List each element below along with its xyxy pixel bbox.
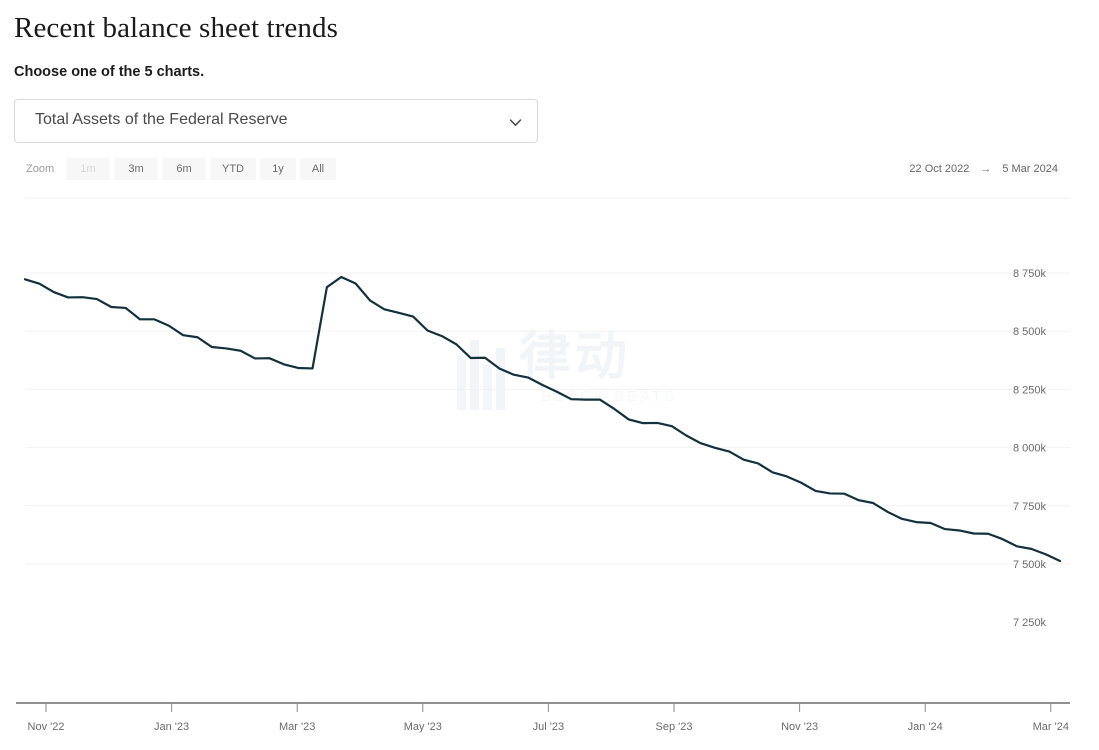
chart-series-line: [23, 275, 1062, 563]
zoom-button-3m[interactable]: 3m: [114, 158, 158, 180]
zoom-button-all[interactable]: All: [300, 158, 336, 180]
chart-gridlines: [25, 197, 1070, 565]
chart-x-tick-label: Sep '23: [656, 721, 693, 733]
chart-x-tick-label: May '23: [404, 721, 442, 733]
range-arrow-icon: →: [980, 163, 992, 175]
line-chart[interactable]: 8 750k 8 500k 8 250k 8 000k 7 750k 7 500k 7 25…: [0, 186, 1099, 750]
chart-x-tick-label: Mar '23: [279, 721, 315, 733]
chart-x-tick-label: Nov '23: [781, 721, 818, 733]
chart-x-axis-labels: Nov '22 Jan '23 Mar '23 May '23 Jul '23 Sep '…: [28, 721, 1069, 733]
range-start-date[interactable]: 22 Oct 2022: [907, 162, 972, 176]
chart-y-tick-label: 8 250k: [1013, 384, 1047, 396]
range-end-date[interactable]: 5 Mar 2024: [1000, 162, 1060, 176]
chart-select[interactable]: Total Assets of the Federal Reserve: [14, 99, 538, 143]
chart-y-tick-label: 8 000k: [1013, 443, 1047, 455]
chevron-down-icon: [508, 115, 523, 130]
chart-x-tick-label: Jan '23: [154, 721, 189, 733]
chart-y-tick-label: 7 500k: [1013, 559, 1047, 571]
zoom-button-1y[interactable]: 1y: [260, 158, 296, 180]
chart-x-axis: [16, 702, 1070, 712]
chart-y-tick-label: 7 750k: [1013, 501, 1047, 513]
page-subtitle: Choose one of the 5 charts.: [14, 64, 205, 80]
chart-y-tick-label: 8 750k: [1013, 268, 1047, 280]
zoom-button-1m[interactable]: 1m: [66, 158, 110, 180]
chart-x-tick-label: Mar '24: [1033, 721, 1069, 733]
chart-y-tick-label: 7 250k: [1013, 617, 1047, 629]
chart-x-tick-label: Nov '22: [28, 721, 65, 733]
page-title: Recent balance sheet trends: [14, 12, 338, 44]
range-selector-bar: Zoom 1m 3m 6m YTD 1y All 22 Oct 2022 → 5 M…: [14, 158, 1060, 182]
chart-x-tick-label: Jul '23: [533, 721, 564, 733]
chart-y-tick-label: 8 500k: [1013, 326, 1047, 338]
chart-x-tick-label: Jan '24: [908, 721, 943, 733]
zoom-button-ytd[interactable]: YTD: [210, 158, 256, 180]
chart-area: 8 750k 8 500k 8 250k 8 000k 7 750k 7 500k 7 25…: [0, 186, 1099, 750]
zoom-label: Zoom: [26, 163, 55, 175]
chart-y-axis-labels: 8 750k 8 500k 8 250k 8 000k 7 750k 7 500k 7 25…: [1013, 268, 1047, 629]
range-dates: 22 Oct 2022 → 5 Mar 2024: [907, 162, 1060, 176]
page-root: Recent balance sheet trends Choose one o…: [0, 0, 1099, 750]
chart-select-value: Total Assets of the Federal Reserve: [35, 111, 288, 128]
zoom-button-6m[interactable]: 6m: [162, 158, 206, 180]
